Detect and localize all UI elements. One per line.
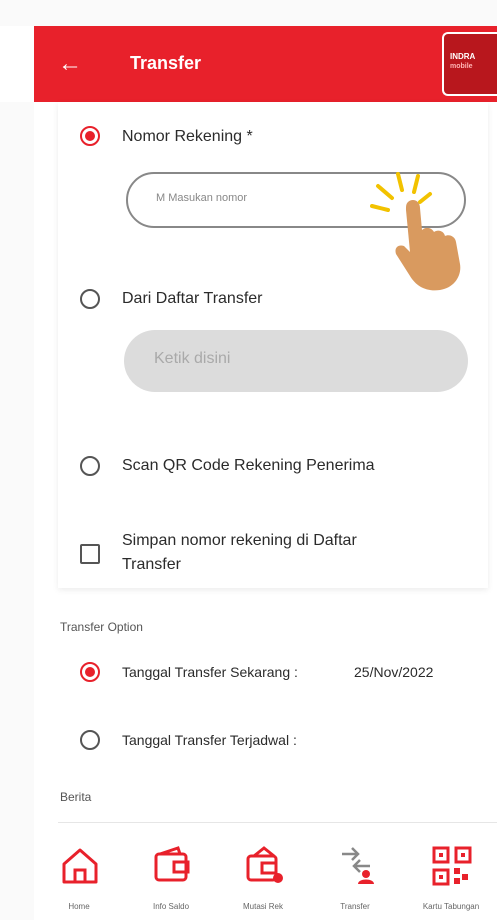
nav-label-info-saldo: Info Saldo: [152, 902, 190, 911]
save-account-checkbox[interactable]: [80, 544, 100, 564]
status-area: [0, 0, 497, 26]
nav-item-transfer[interactable]: Transfer: [310, 826, 400, 920]
nav-item-mutasi[interactable]: Mutasi Rek: [218, 826, 308, 920]
nav-label-mutasi: Mutasi Rek: [242, 902, 283, 911]
transfer-icon: [342, 847, 374, 884]
nav-item-info-saldo[interactable]: Info Saldo: [126, 826, 216, 920]
scan-qr-radio[interactable]: [80, 456, 100, 476]
nav-item-kartu-tabungan[interactable]: Kartu Tabungan: [406, 826, 496, 920]
nav-label-home: Home: [68, 902, 90, 911]
nav-item-home[interactable]: Home: [34, 826, 124, 920]
bottom-nav: Home Info Saldo Mutasi Rek Transfer Kart…: [34, 826, 497, 920]
transfer-now-date: 25/Nov/2022: [354, 664, 434, 680]
qr-code-icon: [432, 846, 472, 886]
brand-logo-line1: INDRA: [450, 52, 476, 61]
app-bar: ← Transfer INDRA mobile: [34, 26, 497, 102]
brand-logo-line2: mobile: [450, 63, 473, 70]
save-account-label-line2: Transfer: [122, 556, 181, 573]
from-list-label: Dari Daftar Transfer: [122, 290, 263, 307]
tap-hand-icon: [370, 172, 461, 291]
account-number-label: Nomor Rekening *: [122, 128, 253, 145]
nav-label-transfer: Transfer: [340, 902, 370, 911]
scan-qr-label: Scan QR Code Rekening Penerima: [122, 457, 375, 474]
account-number-placeholder: M Masukan nomor: [156, 192, 248, 204]
left-margin: [0, 102, 34, 920]
arrow-left-icon[interactable]: ←: [58, 50, 86, 78]
page-title: Transfer: [130, 53, 202, 73]
transfer-now-label: Tanggal Transfer Sekarang :: [122, 664, 298, 680]
transfer-scheduled-radio[interactable]: [80, 730, 100, 750]
transfer-now-radio[interactable]: [80, 662, 100, 682]
home-icon: [62, 848, 98, 884]
wallet-icon: [154, 846, 190, 882]
nav-label-kartu-tabungan: Kartu Tabungan: [422, 902, 480, 911]
account-number-radio[interactable]: [80, 126, 100, 146]
from-list-radio[interactable]: [80, 289, 100, 309]
from-list-dropdown[interactable]: Ketik disini: [124, 330, 468, 392]
transfer-option-heading: Transfer Option: [60, 620, 143, 634]
wallet-mutation-icon: [246, 846, 283, 883]
brand-logo: INDRA mobile: [442, 32, 497, 96]
berita-heading: Berita: [60, 790, 92, 804]
save-account-label-line1: Simpan nomor rekening di Daftar: [122, 532, 357, 549]
from-list-dropdown-value: Ketik disini: [154, 350, 231, 367]
transfer-scheduled-label: Tanggal Transfer Terjadwal :: [122, 732, 297, 748]
divider: [58, 822, 497, 823]
